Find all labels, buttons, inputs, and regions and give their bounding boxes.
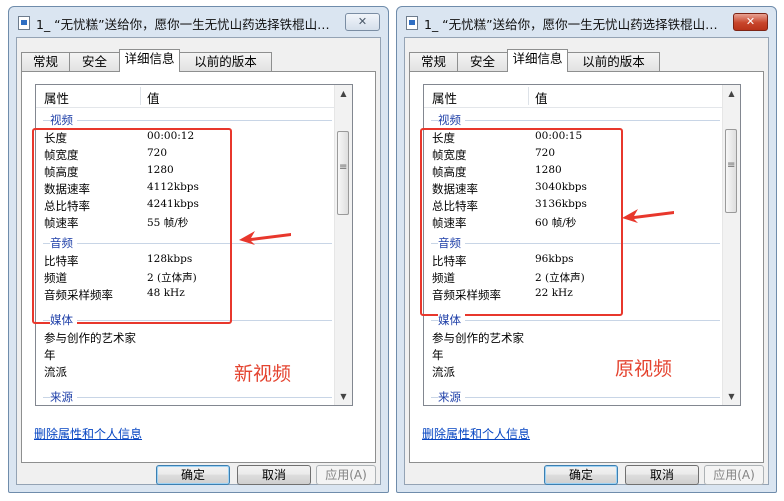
property-name: 流派 <box>44 365 67 379</box>
window-title: 1_ “无忧糕”送给你，愿你一生无忧山药选择铁棍山药... <box>424 17 724 32</box>
scrollbar-thumb[interactable] <box>337 131 349 215</box>
property-name: 参与创作的艺术家 <box>432 331 524 345</box>
tab-3[interactable]: 以前的版本 <box>179 52 272 71</box>
group-label: 来源 <box>50 389 77 405</box>
tab-1[interactable]: 安全 <box>69 52 120 71</box>
group-divider <box>431 320 720 321</box>
ok-button[interactable]: 确定 <box>544 465 618 485</box>
property-row[interactable]: 参与创作的艺术家 <box>44 329 334 346</box>
group-label: 音频 <box>438 235 465 251</box>
file-icon <box>18 16 30 30</box>
column-value[interactable]: 值 <box>535 88 548 107</box>
scroll-down-icon[interactable]: ▼ <box>723 388 740 405</box>
tab-0[interactable]: 常规 <box>409 52 458 71</box>
scroll-up-icon[interactable]: ▲ <box>335 85 352 102</box>
group-divider <box>431 120 720 121</box>
property-row[interactable]: 年 <box>432 346 722 363</box>
dialog-client: 常规 安全 详细信息 以前的版本 属性 值 视频 音频 媒体 来源 长度 00:00:… <box>404 37 769 485</box>
file-icon <box>406 16 418 30</box>
comparison-label: 新视频 <box>234 363 292 385</box>
ok-button[interactable]: 确定 <box>156 465 230 485</box>
highlight-box <box>420 128 623 316</box>
scrollbar-thumb[interactable] <box>725 129 737 213</box>
column-divider[interactable] <box>140 87 141 105</box>
red-arrow-icon <box>239 231 291 245</box>
column-property[interactable]: 属性 <box>44 88 69 107</box>
tab-2[interactable]: 详细信息 <box>507 49 568 72</box>
group-video: 视频 <box>429 112 720 128</box>
cancel-button[interactable]: 取消 <box>237 465 311 485</box>
group-divider <box>431 397 720 398</box>
vertical-scrollbar[interactable]: ▲ ▼ <box>722 85 740 405</box>
group-label: 视频 <box>438 112 465 128</box>
property-name: 年 <box>44 348 56 362</box>
list-header: 属性 值 <box>424 85 725 108</box>
properties-window-original: 1_ “无忧糕”送给你，愿你一生无忧山药选择铁棍山药... ✕ 常规 安全 详细信息… <box>396 6 777 493</box>
window-title: 1_ “无忧糕”送给你，愿你一生无忧山药选择铁棍山药... <box>36 17 336 32</box>
red-arrow-icon <box>622 209 674 223</box>
property-name: 参与创作的艺术家 <box>44 331 136 345</box>
tab-0[interactable]: 常规 <box>21 52 70 71</box>
apply-button[interactable]: 应用(A) <box>316 465 376 485</box>
close-icon[interactable]: ✕ <box>733 13 768 31</box>
title-bar[interactable]: 1_ “无忧糕”送给你，愿你一生无忧山药选择铁棍山药... ✕ <box>9 7 388 37</box>
vertical-scrollbar[interactable]: ▲ ▼ <box>334 85 352 405</box>
properties-window-new: 1_ “无忧糕”送给你，愿你一生无忧山药选择铁棍山药... ✕ 常规 安全 详细信息… <box>8 6 389 493</box>
group-label: 媒体 <box>438 312 465 328</box>
title-bar[interactable]: 1_ “无忧糕”送给你，愿你一生无忧山药选择铁棍山药... ✕ <box>397 7 776 37</box>
details-tab-page: 属性 值 视频 音频 媒体 来源 长度 00:00:12 帧宽度 720 帧高度… <box>21 71 376 463</box>
scroll-down-icon[interactable]: ▼ <box>335 388 352 405</box>
tab-1[interactable]: 安全 <box>457 52 508 71</box>
group-label: 来源 <box>438 389 465 405</box>
column-property[interactable]: 属性 <box>432 88 457 107</box>
highlight-box <box>32 128 232 324</box>
remove-properties-link[interactable]: 删除属性和个人信息 <box>422 425 530 442</box>
group-label: 视频 <box>50 112 77 128</box>
group-divider <box>43 397 332 398</box>
column-divider[interactable] <box>528 87 529 105</box>
comparison-label: 原视频 <box>615 358 673 380</box>
group-origin: 来源 <box>41 389 332 405</box>
property-name: 年 <box>432 348 444 362</box>
remove-properties-link[interactable]: 删除属性和个人信息 <box>34 425 142 442</box>
dialog-client: 常规 安全 详细信息 以前的版本 属性 值 视频 音频 媒体 来源 长度 00:00:… <box>16 37 381 485</box>
group-origin: 来源 <box>429 389 720 405</box>
apply-button[interactable]: 应用(A) <box>704 465 764 485</box>
scroll-up-icon[interactable]: ▲ <box>723 85 740 102</box>
group-label: 音频 <box>50 235 77 251</box>
list-header: 属性 值 <box>36 85 337 108</box>
group-label: 媒体 <box>50 312 77 328</box>
close-icon[interactable]: ✕ <box>345 13 380 31</box>
property-row[interactable]: 参与创作的艺术家 <box>432 329 722 346</box>
group-video: 视频 <box>41 112 332 128</box>
property-row[interactable]: 流派 <box>432 363 722 380</box>
property-name: 流派 <box>432 365 455 379</box>
group-divider <box>43 120 332 121</box>
details-tab-page: 属性 值 视频 音频 媒体 来源 长度 00:00:15 帧宽度 720 帧高度… <box>409 71 764 463</box>
tab-3[interactable]: 以前的版本 <box>567 52 660 71</box>
column-value[interactable]: 值 <box>147 88 160 107</box>
tab-2[interactable]: 详细信息 <box>119 49 180 72</box>
cancel-button[interactable]: 取消 <box>625 465 699 485</box>
